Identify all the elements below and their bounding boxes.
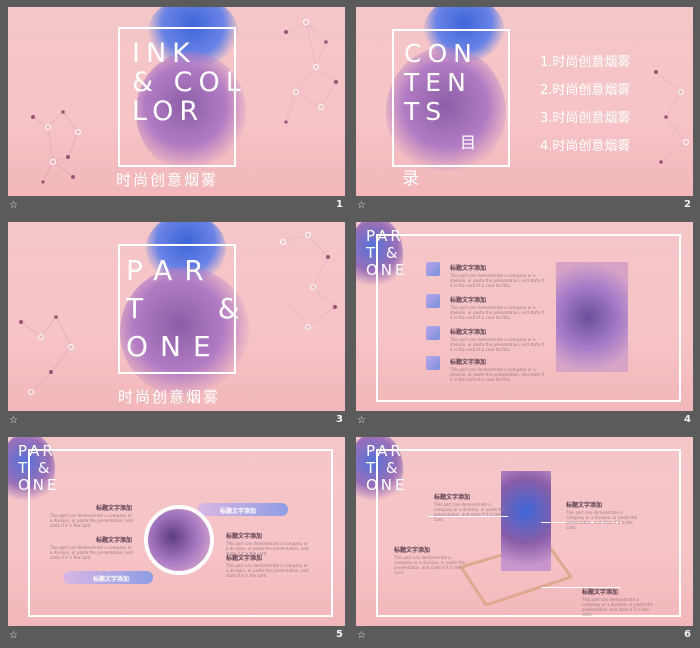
star-icon[interactable]: ☆ bbox=[9, 630, 18, 641]
slide-caption: ☆ 5 bbox=[8, 628, 345, 648]
slide-subtitle: 时尚创意烟雾 bbox=[116, 171, 219, 189]
entry-title: 标题文字添加 bbox=[450, 359, 487, 366]
rocket-icon bbox=[426, 262, 440, 276]
slide-caption: ☆ 3 bbox=[8, 413, 345, 433]
search-icon bbox=[426, 326, 440, 340]
network-dots-right bbox=[654, 70, 689, 164]
slide-subtitle: 时尚创意烟雾 bbox=[118, 388, 221, 406]
star-icon[interactable]: ☆ bbox=[9, 415, 18, 426]
slide-caption: ☆ 6 bbox=[356, 628, 693, 648]
entry-desc: This part can demonstrate a company or a… bbox=[566, 510, 637, 530]
slide-caption: ☆ 2 bbox=[356, 198, 693, 218]
slide-title: CON TEN TS bbox=[404, 39, 478, 126]
contents-item-2: 2.时尚创意烟雾 bbox=[540, 83, 631, 98]
entry-desc: This part can demonstrate a company or a… bbox=[394, 555, 465, 575]
title-suffix-2: 录 bbox=[402, 169, 421, 189]
slide-number: 3 bbox=[336, 414, 343, 425]
entry-desc: This part can demonstrate a company or a… bbox=[582, 597, 653, 617]
network-dots-left bbox=[31, 110, 81, 184]
entry-title: 标题文字添加 bbox=[450, 297, 487, 304]
contents-item-3: 3.时尚创意烟雾 bbox=[540, 111, 631, 126]
star-icon[interactable]: ☆ bbox=[357, 630, 366, 641]
slide-number: 1 bbox=[336, 199, 343, 210]
entry-title: 标题文字添加 bbox=[226, 533, 263, 540]
star-icon[interactable]: ☆ bbox=[357, 200, 366, 211]
entry-title: 标题文字添加 bbox=[96, 537, 133, 544]
star-icon[interactable]: ☆ bbox=[9, 200, 18, 211]
entry-desc: This part can demonstrate a company or a… bbox=[50, 545, 133, 560]
network-dots-right bbox=[284, 19, 338, 124]
slide-title: PAR T & ONE bbox=[126, 254, 252, 363]
slide-1-canvas: INK & COL LOR 时尚创意烟雾 bbox=[8, 7, 345, 196]
contents-item-1: 1.时尚创意烟雾 bbox=[540, 55, 631, 70]
network-dots-left bbox=[19, 315, 74, 395]
slide-caption: ☆ 4 bbox=[356, 413, 693, 433]
slide-5-canvas: PAR T & ONE 标题文字添加 标题文字添加 标题文字添加 This pa… bbox=[8, 437, 345, 626]
entry-title: 标题文字添加 bbox=[394, 547, 431, 554]
slide-number: 4 bbox=[684, 414, 691, 425]
entry-desc: This part can demonstrate a company or a… bbox=[434, 502, 505, 522]
entry-title: 标题文字添加 bbox=[226, 555, 263, 562]
entry-desc: This part can demonstrate a company or a… bbox=[450, 273, 545, 288]
entry-title: 标题文字添加 bbox=[566, 502, 603, 509]
slide-title: INK & COL LOR bbox=[132, 38, 247, 127]
entry-desc: This part can demonstrate a company or a… bbox=[450, 367, 545, 382]
entry-title: 标题文字添加 bbox=[450, 329, 487, 336]
entry-desc: This part can demonstrate a company or a… bbox=[226, 563, 309, 578]
slide-number: 6 bbox=[684, 629, 691, 640]
slide-3-canvas: PAR T & ONE 时尚创意烟雾 bbox=[8, 222, 345, 411]
contents-item-4: 4.时尚创意烟雾 bbox=[540, 139, 631, 154]
clock-icon bbox=[426, 294, 440, 308]
slide-number: 5 bbox=[336, 629, 343, 640]
network-dots-right bbox=[280, 232, 337, 330]
entry-desc: This part can demonstrate a company or a… bbox=[450, 337, 545, 352]
pill-label: 标题文字添加 bbox=[220, 508, 257, 515]
slide-number: 2 bbox=[684, 199, 691, 210]
entry-title: 标题文字添加 bbox=[434, 494, 471, 501]
title-suffix: 目 bbox=[460, 133, 479, 152]
entry-title: 标题文字添加 bbox=[96, 505, 133, 512]
monitor-icon bbox=[426, 356, 440, 370]
circle-photo bbox=[144, 505, 214, 575]
entry-title: 标题文字添加 bbox=[450, 265, 487, 272]
slide-caption: ☆ 1 bbox=[8, 198, 345, 218]
pill-label: 标题文字添加 bbox=[93, 576, 130, 583]
slide-4-canvas: PAR T & ONE 标题文字添加 This part can demonst… bbox=[356, 222, 693, 411]
entry-title: 标题文字添加 bbox=[582, 589, 619, 596]
ink-smoke-image bbox=[556, 262, 628, 372]
slide-6-canvas: PAR T & ONE 标题文字添加 This part can demonst… bbox=[356, 437, 693, 626]
star-icon[interactable]: ☆ bbox=[357, 415, 366, 426]
entry-desc: This part can demonstrate a company or a… bbox=[450, 305, 545, 320]
entry-desc: This part can demonstrate a company or a… bbox=[50, 513, 133, 528]
slide-2-canvas: CON TEN TS 目 录 1.时尚创意烟雾 2.时尚创意烟雾 3.时尚创意烟… bbox=[356, 7, 693, 196]
